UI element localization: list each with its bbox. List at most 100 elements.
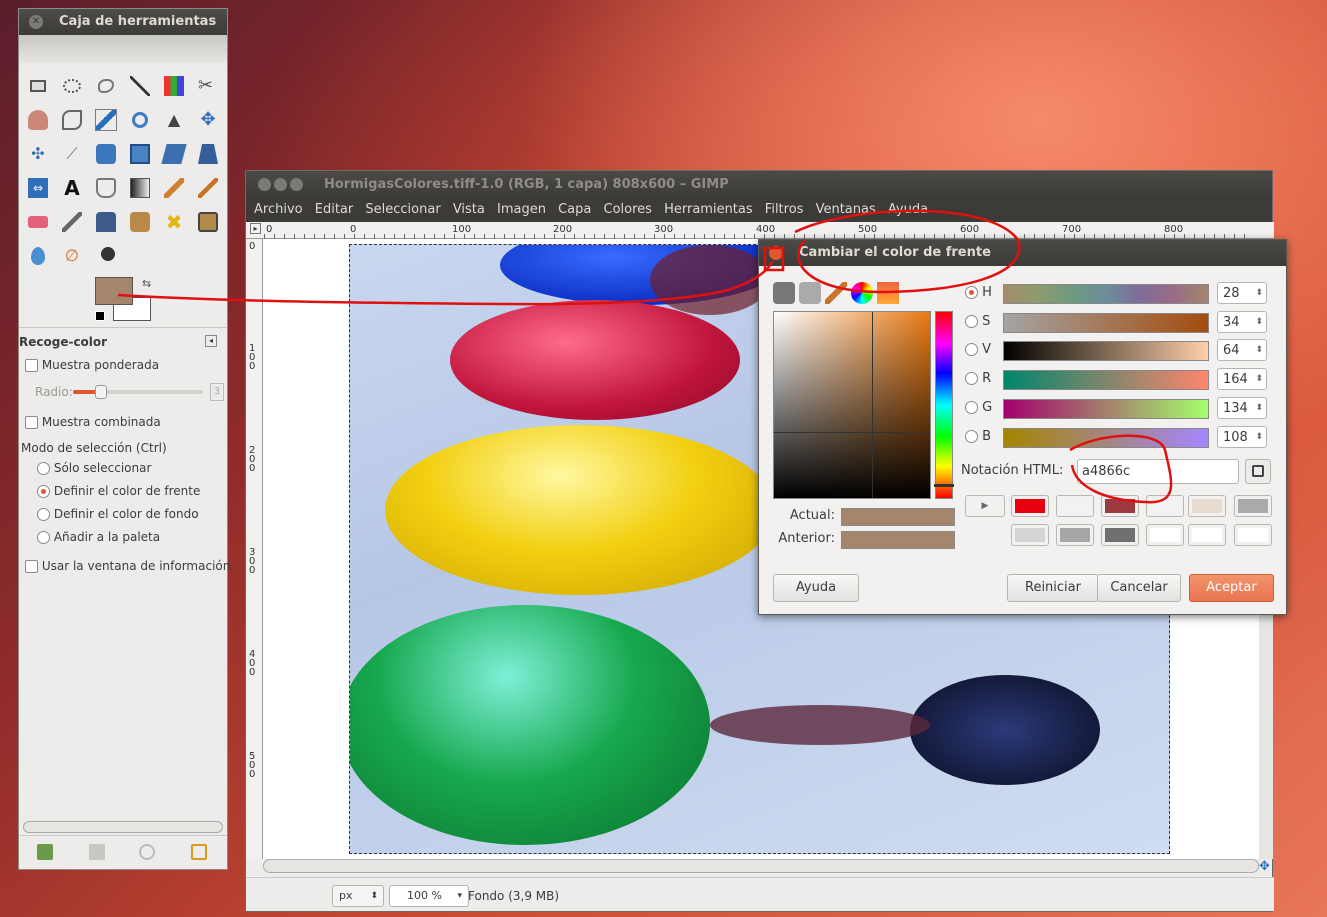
select-by-color-icon[interactable] <box>157 69 191 103</box>
channel-radio[interactable] <box>965 315 978 328</box>
maximize-icon[interactable] <box>290 178 303 191</box>
scissors-icon[interactable]: ✂ <box>191 69 225 103</box>
menu-herramientas[interactable]: Herramientas <box>664 202 753 217</box>
menu-filtros[interactable]: Filtros <box>765 202 804 217</box>
blend-icon[interactable] <box>123 171 157 205</box>
configure-icon[interactable]: ◂ <box>205 335 217 347</box>
channel-r-value[interactable]: 164 <box>1217 368 1267 390</box>
channel-h-value[interactable]: 28 <box>1217 282 1267 304</box>
menu-ventanas[interactable]: Ventanas <box>816 202 876 217</box>
mode-radio[interactable] <box>37 462 50 475</box>
flip-icon[interactable]: ⇔ <box>21 171 55 205</box>
navigate-icon[interactable]: ✥ <box>1259 859 1270 874</box>
restore-preset-icon[interactable] <box>89 844 105 860</box>
ok-button[interactable]: Aceptar <box>1189 574 1274 602</box>
zoom-icon[interactable] <box>123 103 157 137</box>
watercolor-selector-icon[interactable] <box>825 282 847 304</box>
radius-value[interactable]: 3 <box>210 383 224 401</box>
html-notation-input[interactable]: a4866c <box>1077 459 1239 484</box>
perspective-icon[interactable] <box>191 137 225 171</box>
menu-seleccionar[interactable]: Seleccionar <box>365 202 440 217</box>
red-slider[interactable] <box>1003 370 1209 390</box>
saturation-value-picker[interactable] <box>773 311 931 499</box>
reset-options-icon[interactable] <box>191 844 207 860</box>
rect-select-tool[interactable] <box>21 69 55 103</box>
bucket-fill-icon[interactable] <box>89 171 123 205</box>
history-swatch[interactable] <box>1011 524 1049 546</box>
history-swatch[interactable] <box>1234 495 1272 517</box>
align-icon[interactable]: ✣ <box>21 137 55 171</box>
history-swatch[interactable] <box>1188 524 1226 546</box>
foreground-color-swatch[interactable] <box>95 277 133 305</box>
channel-b-value[interactable]: 108 <box>1217 426 1267 448</box>
fuzzy-select-icon[interactable] <box>123 69 157 103</box>
mode-set-foreground[interactable]: Definir el color de frente <box>37 484 200 498</box>
close-icon[interactable] <box>769 246 783 260</box>
mode-pick-only[interactable]: Sólo seleccionar <box>37 461 151 475</box>
sample-merged-option[interactable]: Muestra combinada <box>25 415 161 429</box>
mode-add-to-palette[interactable]: Añadir a la paleta <box>37 530 160 544</box>
airbrush-icon[interactable] <box>55 205 89 239</box>
ink-icon[interactable] <box>89 205 123 239</box>
scale-icon[interactable] <box>123 137 157 171</box>
history-swatch[interactable] <box>1146 495 1184 517</box>
sample-average-checkbox[interactable] <box>25 359 38 372</box>
smudge-icon[interactable]: ∅ <box>55 239 89 273</box>
menu-colores[interactable]: Colores <box>604 202 652 217</box>
menu-editar[interactable]: Editar <box>315 202 354 217</box>
hue-slider[interactable] <box>1003 284 1209 304</box>
channel-radio[interactable] <box>965 430 978 443</box>
history-swatch[interactable] <box>1101 524 1139 546</box>
blur-icon[interactable] <box>21 239 55 273</box>
menu-ayuda[interactable]: Ayuda <box>888 202 928 217</box>
use-info-window-checkbox[interactable] <box>25 560 38 573</box>
free-select-icon[interactable] <box>89 69 123 103</box>
channel-radio[interactable] <box>965 372 978 385</box>
menu-archivo[interactable]: Archivo <box>254 202 303 217</box>
unit-selector[interactable]: px ⬍ <box>332 885 384 907</box>
move-icon[interactable]: ✥ <box>191 103 225 137</box>
help-button[interactable]: Ayuda <box>773 574 859 602</box>
heal-icon[interactable]: ✖ <box>157 205 191 239</box>
sample-average-option[interactable]: Muestra ponderada <box>25 358 159 372</box>
crop-icon[interactable]: ⟋ <box>55 137 89 171</box>
history-swatch[interactable] <box>1188 495 1226 517</box>
pencil-icon[interactable] <box>157 171 191 205</box>
save-preset-icon[interactable] <box>37 844 53 860</box>
paintbrush-icon[interactable] <box>191 171 225 205</box>
delete-preset-icon[interactable] <box>139 844 155 860</box>
foreground-select-icon[interactable] <box>21 103 55 137</box>
channel-radio[interactable] <box>965 401 978 414</box>
rotate-icon[interactable] <box>89 137 123 171</box>
measure-icon[interactable]: ▲ <box>157 103 191 137</box>
clone-icon[interactable] <box>123 205 157 239</box>
swap-colors-icon[interactable]: ⇆ <box>142 277 151 290</box>
channel-radio[interactable] <box>965 286 978 299</box>
radius-slider[interactable] <box>73 385 203 399</box>
menu-vista[interactable]: Vista <box>453 202 485 217</box>
mode-radio[interactable] <box>37 508 50 521</box>
quick-mask-icon[interactable]: ▸ <box>250 223 261 234</box>
history-swatch[interactable] <box>1234 524 1272 546</box>
hue-strip[interactable] <box>934 311 954 499</box>
value-slider[interactable] <box>1003 341 1209 361</box>
channel-v-value[interactable]: 64 <box>1217 339 1267 361</box>
color-picker-icon[interactable] <box>89 103 123 137</box>
cancel-button[interactable]: Cancelar <box>1097 574 1181 602</box>
history-swatch[interactable] <box>1056 524 1094 546</box>
wheel-selector-icon[interactable] <box>851 282 873 304</box>
mode-set-background[interactable]: Definir el color de fondo <box>37 507 199 521</box>
minimize-icon[interactable] <box>274 178 287 191</box>
palette-selector-icon[interactable] <box>877 282 899 304</box>
radius-slider-handle[interactable] <box>95 385 107 399</box>
history-swatch[interactable] <box>1056 495 1094 517</box>
cmyk-selector-icon[interactable] <box>799 282 821 304</box>
history-swatch[interactable] <box>1011 495 1049 517</box>
reset-button[interactable]: Reiniciar <box>1007 574 1099 602</box>
menu-imagen[interactable]: Imagen <box>497 202 546 217</box>
saturation-slider[interactable] <box>1003 313 1209 333</box>
menu-capa[interactable]: Capa <box>558 202 591 217</box>
options-scrollbar[interactable] <box>23 821 223 833</box>
gimp-selector-icon[interactable] <box>773 282 795 304</box>
zoom-selector[interactable]: 100 % ▾ <box>389 885 469 907</box>
